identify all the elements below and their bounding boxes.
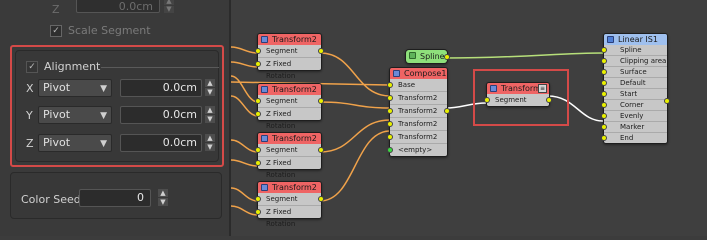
alignment-mode-dropdown[interactable]: Pivot ▼ bbox=[38, 79, 112, 97]
node-title: Transform2 bbox=[272, 85, 317, 94]
dropdown-value: Pivot bbox=[43, 108, 71, 121]
alignment-header: ✓ Alignment bbox=[26, 60, 100, 73]
chevron-down-icon: ▼ bbox=[100, 111, 107, 121]
node-transform-d[interactable]: Transform2 Segment Z Fixed Rotation bbox=[255, 181, 324, 228]
port-z-fixed-rotation[interactable]: Z Fixed Rotation bbox=[255, 57, 321, 80]
port-marker[interactable]: Marker bbox=[601, 121, 667, 132]
port-start[interactable]: Start bbox=[601, 88, 667, 99]
compose-icon bbox=[393, 70, 400, 77]
alignment-title: Alignment bbox=[44, 60, 101, 73]
node-transform-c[interactable]: Transform2 Segment Z Fixed Rotation bbox=[255, 132, 324, 179]
transform-icon bbox=[261, 86, 268, 93]
port-default[interactable]: Default bbox=[601, 77, 667, 88]
alignment-row-y: Y Pivot ▼ 0.0cm ▲ ▼ bbox=[26, 106, 215, 124]
spline-icon bbox=[409, 52, 416, 59]
transform-icon bbox=[490, 85, 497, 92]
node-spline[interactable]: Spline bbox=[405, 49, 450, 64]
port-z-fixed-rotation[interactable]: Z Fixed Rotation bbox=[255, 156, 321, 179]
scale-segment-label: Scale Segment bbox=[68, 24, 151, 37]
scale-segment-option: ✓ Scale Segment bbox=[50, 24, 151, 37]
node-title: Transform2 bbox=[272, 134, 317, 143]
alignment-value-field[interactable]: 0.0cm bbox=[120, 134, 202, 152]
port-surface[interactable]: Surface bbox=[601, 66, 667, 77]
node-header[interactable]: Spline bbox=[406, 50, 447, 63]
value-spinner[interactable]: ▲ ▼ bbox=[205, 79, 215, 97]
node-title: Spline bbox=[420, 52, 445, 61]
top-z-label: Z bbox=[52, 3, 60, 16]
spline-output-port[interactable] bbox=[444, 54, 450, 60]
axis-label: Z bbox=[26, 136, 34, 150]
node-title: Linear IS1 bbox=[618, 35, 658, 44]
color-seed-group: Color Seed 0 ▲ ▼ bbox=[10, 172, 222, 219]
port-evenly[interactable]: Evenly bbox=[601, 110, 667, 121]
linear-output-port[interactable] bbox=[664, 98, 670, 104]
color-seed-label: Color Seed bbox=[21, 193, 81, 206]
node-transform-b[interactable]: Transform2 Segment Z Fixed Rotation bbox=[255, 83, 324, 130]
port-z-fixed-rotation[interactable]: Z Fixed Rotation bbox=[255, 107, 321, 130]
port-base[interactable]: Base bbox=[387, 79, 447, 91]
dropdown-value: Pivot bbox=[43, 136, 71, 149]
port-empty[interactable]: <empty> bbox=[387, 143, 447, 156]
node-compose[interactable]: Compose1 Base Transform2 Transform2 Tran… bbox=[387, 67, 450, 157]
node-menu-icon[interactable]: ≡ bbox=[538, 84, 547, 93]
port-segment[interactable]: Segment bbox=[255, 193, 324, 205]
transform-icon bbox=[261, 36, 268, 43]
port-segment[interactable]: Segment bbox=[484, 94, 552, 106]
value-spinner[interactable]: ▲ ▼ bbox=[205, 106, 215, 124]
node-title: Transform2 bbox=[272, 35, 317, 44]
port-clipping-area[interactable]: Clipping area bbox=[601, 55, 667, 66]
alignment-group-highlight: ✓ Alignment X Pivot ▼ 0.0cm ▲ ▼ Y Pivot ▼ bbox=[10, 45, 224, 167]
alignment-mode-dropdown[interactable]: Pivot ▼ bbox=[38, 134, 112, 152]
transform-icon bbox=[261, 135, 268, 142]
node-title: Transform2 bbox=[272, 183, 317, 192]
value-spinner[interactable]: ▲ ▼ bbox=[205, 134, 215, 152]
top-z-field[interactable]: 0.0cm bbox=[76, 0, 160, 13]
port-transform[interactable]: Transform2 bbox=[387, 117, 447, 130]
node-header[interactable]: Linear IS1 bbox=[604, 34, 667, 45]
port-spline[interactable]: Spline bbox=[601, 45, 667, 55]
alignment-checkbox[interactable]: ✓ bbox=[26, 60, 38, 73]
node-transform1[interactable]: Transform1 ≡ Segment bbox=[484, 82, 552, 107]
port-z-fixed-rotation[interactable]: Z Fixed Rotation bbox=[255, 205, 321, 228]
port-transform[interactable]: Transform2 bbox=[387, 130, 447, 143]
port-segment[interactable]: Segment bbox=[255, 45, 324, 57]
top-z-spinner[interactable]: ▲ ▼ bbox=[164, 0, 174, 13]
alignment-title-divider bbox=[101, 67, 219, 68]
color-seed-spinner[interactable]: ▲ ▼ bbox=[158, 189, 168, 207]
port-segment[interactable]: Segment bbox=[255, 144, 324, 156]
chevron-down-icon: ▼ bbox=[100, 139, 107, 149]
port-transform[interactable]: Transform2 bbox=[387, 91, 447, 104]
color-seed-field[interactable]: 0 bbox=[79, 189, 151, 207]
attributes-panel: Z 0.0cm ▲ ▼ ✓ Scale Segment ✓ Alignment … bbox=[0, 0, 230, 236]
dropdown-value: Pivot bbox=[43, 81, 71, 94]
node-header[interactable]: Transform2 bbox=[258, 34, 321, 45]
alignment-group: ✓ Alignment X Pivot ▼ 0.0cm ▲ ▼ Y Pivot ▼ bbox=[15, 50, 219, 162]
alignment-value-field[interactable]: 0.0cm bbox=[120, 106, 202, 124]
chevron-down-icon: ▼ bbox=[100, 84, 107, 94]
node-header[interactable]: Transform1 ≡ bbox=[487, 83, 549, 94]
node-transform-a[interactable]: Transform2 Segment Z Fixed Rotation bbox=[255, 33, 324, 80]
alignment-mode-dropdown[interactable]: Pivot ▼ bbox=[38, 106, 112, 124]
linear-icon bbox=[607, 36, 614, 43]
axis-label: X bbox=[26, 81, 34, 95]
alignment-row-z: Z Pivot ▼ 0.0cm ▲ ▼ bbox=[26, 134, 215, 152]
transform-icon bbox=[261, 184, 268, 191]
axis-label: Y bbox=[26, 108, 33, 122]
node-header[interactable]: Transform2 bbox=[258, 182, 321, 193]
node-header[interactable]: Transform2 bbox=[258, 84, 321, 95]
node-linear[interactable]: Linear IS1 Spline Clipping area Surface … bbox=[601, 33, 670, 144]
port-end[interactable]: End bbox=[601, 132, 667, 143]
node-header[interactable]: Transform2 bbox=[258, 133, 321, 144]
scale-segment-checkbox[interactable]: ✓ bbox=[50, 24, 62, 37]
node-header[interactable]: Compose1 bbox=[390, 68, 447, 79]
port-segment[interactable]: Segment bbox=[255, 95, 324, 107]
port-transform[interactable]: Transform2 bbox=[387, 104, 450, 117]
alignment-value-field[interactable]: 0.0cm bbox=[120, 79, 202, 97]
alignment-row-x: X Pivot ▼ 0.0cm ▲ ▼ bbox=[26, 79, 215, 97]
port-corner[interactable]: Corner bbox=[601, 99, 667, 110]
node-title: Compose1 bbox=[404, 69, 447, 78]
